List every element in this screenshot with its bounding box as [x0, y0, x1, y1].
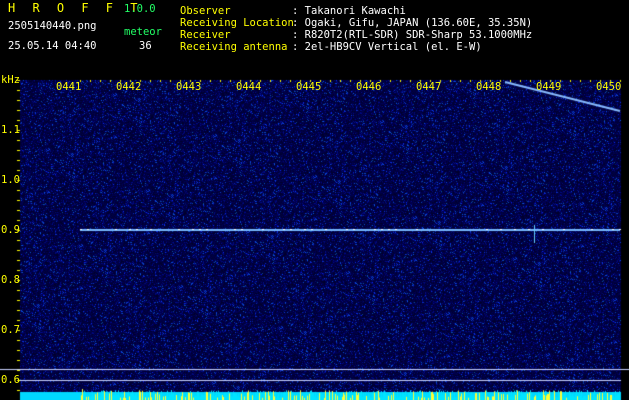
- antenna-label: Receiving antenna: [180, 41, 288, 53]
- y-tick-5: 0.7: [1, 324, 20, 336]
- x-tick-2: 0442: [116, 81, 142, 93]
- x-tick-9: 0449: [536, 81, 562, 93]
- app-version: 1.0.0: [124, 3, 156, 15]
- capture-datetime: 25.05.14 04:40: [8, 40, 97, 52]
- file-name: 2505140440.png: [8, 20, 97, 32]
- x-tick-3: 0443: [176, 81, 202, 93]
- meteor-count: 36: [139, 40, 152, 52]
- x-tick-8: 0448: [476, 81, 502, 93]
- receiver-label: Receiver: [180, 29, 231, 41]
- x-tick-6: 0446: [356, 81, 382, 93]
- spectrogram-canvas: [0, 0, 629, 400]
- receiver-value: : R820T2(RTL-SDR) SDR-Sharp 53.1000MHz: [292, 29, 533, 41]
- y-tick-4: 0.8: [1, 274, 20, 286]
- y-tick-2: 1.0: [1, 174, 20, 186]
- x-tick-5: 0445: [296, 81, 322, 93]
- antenna-value: : 2el-HB9CV Vertical (el. E-W): [292, 41, 482, 53]
- y-tick-6: 0.6: [1, 374, 20, 386]
- location-label: Receiving Location: [180, 17, 294, 29]
- app-name: H R O F F T: [8, 1, 143, 15]
- observer-label: Observer: [180, 5, 231, 17]
- y-tick-1: 1.1: [1, 124, 20, 136]
- x-tick-10: 0450: [596, 81, 622, 93]
- x-tick-4: 0444: [236, 81, 262, 93]
- y-axis-unit: kHz: [1, 74, 20, 86]
- x-tick-1: 0441: [56, 81, 82, 93]
- meteor-label: meteor: [124, 26, 162, 38]
- observer-value: : Takanori Kawachi: [292, 5, 406, 17]
- x-tick-7: 0447: [416, 81, 442, 93]
- y-tick-3: 0.9: [1, 224, 20, 236]
- location-value: : Ogaki, Gifu, JAPAN (136.60E, 35.35N): [292, 17, 533, 29]
